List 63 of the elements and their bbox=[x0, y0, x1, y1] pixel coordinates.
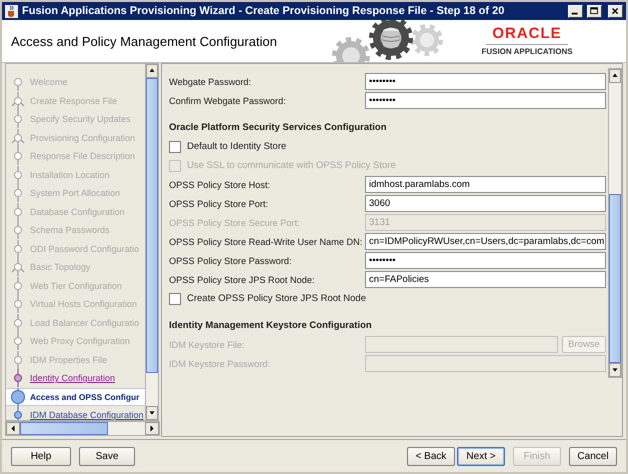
maximize-icon[interactable] bbox=[587, 4, 602, 18]
step-item[interactable]: Installation Location bbox=[6, 166, 145, 184]
scrollbar[interactable] bbox=[608, 68, 622, 378]
step-node-icon bbox=[9, 388, 27, 406]
step-item[interactable]: ODI Password Configuratio bbox=[6, 240, 145, 258]
field-label: Confirm Webgate Password: bbox=[169, 96, 287, 106]
step-item[interactable]: Schema Passwords bbox=[6, 221, 145, 240]
field-label: OPSS Policy Store Port: bbox=[169, 198, 270, 208]
field-label: OPSS Policy Store Password: bbox=[169, 256, 293, 266]
step-node-icon bbox=[9, 92, 27, 110]
step-node-icon bbox=[9, 128, 27, 147]
text-field[interactable]: idmhost.paramlabs.com bbox=[365, 176, 606, 193]
text-field[interactable]: cn=IDMPolicyRWUser,cn=Users,dc=paramlabs,dc=com bbox=[365, 233, 606, 250]
step-item[interactable]: Basic Topology bbox=[6, 258, 145, 276]
field-label: Webgate Password: bbox=[169, 76, 252, 86]
step-item[interactable]: System Port Allocation bbox=[6, 184, 145, 202]
step-item[interactable]: Response File Description bbox=[6, 147, 145, 166]
step-item[interactable]: Welcome bbox=[6, 73, 145, 92]
scrollbar[interactable] bbox=[145, 63, 159, 421]
text-field[interactable]: 3060 bbox=[365, 195, 606, 212]
text-field[interactable]: •••••••• bbox=[365, 73, 606, 90]
field-label: OPSS Policy Store Secure Port: bbox=[169, 218, 301, 228]
window-title: Fusion Applications Provisioning Wizard - Create Provisioning Response File - Step 18 of 20 bbox=[22, 5, 506, 17]
step-item[interactable]: Load Balancer Configuratio bbox=[6, 314, 145, 332]
step-item[interactable]: Virtual Hosts Configuration bbox=[6, 295, 145, 314]
section-heading: Identity Management Keystore Configuration bbox=[169, 319, 373, 333]
footer-button[interactable]: Help bbox=[11, 446, 71, 466]
text-field[interactable]: •••••••• bbox=[365, 252, 606, 269]
step-item[interactable]: Access and OPSS Configur bbox=[6, 388, 145, 406]
brand-logo: ORACLE bbox=[486, 26, 568, 45]
field-label: IDM Keystore Password: bbox=[169, 358, 272, 368]
field-label: IDM Keystore File: bbox=[169, 340, 246, 350]
checkbox[interactable] bbox=[169, 140, 181, 152]
field-label: OPSS Policy Store JPS Root Node: bbox=[169, 274, 316, 284]
close-icon[interactable] bbox=[608, 4, 623, 18]
step-item[interactable]: Web Tier Configuration bbox=[6, 276, 145, 295]
checkbox-label: Use SSL to communicate with OPSS Policy Store bbox=[187, 160, 396, 171]
checkbox-label: Create OPSS Policy Store JPS Root Node bbox=[187, 293, 366, 304]
product-name: FUSION APPLICATIONS bbox=[481, 47, 573, 56]
footer-button[interactable]: < Back bbox=[407, 446, 455, 466]
page-title: Access and Policy Management Configuration bbox=[10, 34, 278, 48]
step-node-icon bbox=[9, 258, 27, 276]
footer-button[interactable]: Cancel bbox=[569, 446, 617, 466]
step-item[interactable]: Identity Configuration bbox=[6, 369, 145, 388]
footer-button[interactable]: Save bbox=[79, 446, 135, 466]
step-item[interactable]: Web Proxy Configuration bbox=[6, 332, 145, 350]
app-icon bbox=[5, 4, 18, 18]
text-field[interactable]: cn=FAPolicies bbox=[365, 271, 606, 288]
step-item[interactable]: Database Configuration bbox=[6, 202, 145, 221]
checkbox[interactable] bbox=[169, 292, 181, 304]
text-field[interactable]: •••••••• bbox=[365, 92, 606, 109]
section-heading: Oracle Platform Security Services Configuration bbox=[169, 121, 388, 135]
field-label: OPSS Policy Store Read-Write User Name DN: bbox=[169, 236, 364, 246]
step-item[interactable]: Specify Security Updates bbox=[6, 110, 145, 128]
minimize-icon[interactable] bbox=[568, 4, 583, 18]
step-item[interactable]: Provisioning Configuration bbox=[6, 128, 145, 147]
footer-button[interactable]: Next > bbox=[457, 446, 505, 466]
step-item[interactable]: Create Response File bbox=[6, 92, 145, 110]
step-item[interactable]: IDM Properties File bbox=[6, 350, 145, 369]
checkbox-label: Default to Identity Store bbox=[187, 141, 286, 152]
field-label: OPSS Policy Store Host: bbox=[169, 180, 272, 190]
scrollbar[interactable] bbox=[5, 421, 160, 436]
step-item[interactable]: IDM Database Configuration bbox=[6, 406, 145, 420]
